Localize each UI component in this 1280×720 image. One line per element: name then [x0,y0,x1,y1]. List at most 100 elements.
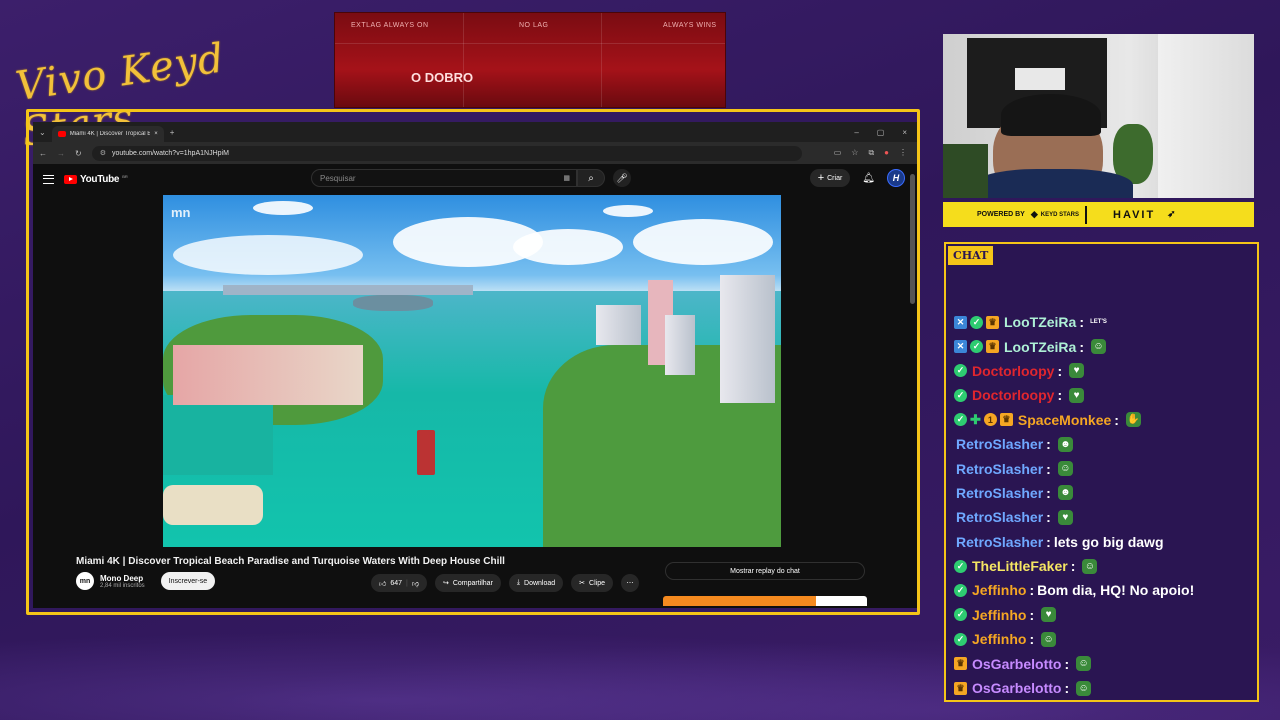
crown-badge-icon: ♛ [999,413,1013,427]
sub-months-badge-icon: 1 [983,413,997,427]
search-input[interactable]: Pesquisar ▦ [311,169,577,187]
chat-username[interactable]: RetroSlasher [956,534,1043,550]
chat-username[interactable]: OsGarbelotto [972,680,1061,696]
chat-username[interactable]: Doctorloopy [972,387,1054,403]
chat-message: ✓ Doctorloopy: ♥ [954,383,1254,407]
scissors-icon: ✂ [579,580,586,587]
verified-badge-icon: ✓ [954,583,967,597]
page-scrollbar[interactable] [910,174,915,304]
chat-username[interactable]: Jeffinho [972,631,1026,647]
chat-username[interactable]: Doctorloopy [972,363,1054,379]
havit-label: HAVIT [1113,208,1156,221]
clip-button[interactable]: ✂ Clipe [571,574,613,592]
chat-username[interactable]: Jeffinho [972,607,1026,623]
youtube-favicon-icon [57,131,66,137]
keyboard-icon[interactable]: ▦ [563,174,570,182]
show-chat-replay-button[interactable]: Mostrar replay do chat [665,562,865,580]
chat-emote-icon: ♥ [1041,607,1057,623]
menu-hamburger-icon[interactable] [43,174,54,184]
account-avatar[interactable]: H [887,169,905,187]
new-tab-icon[interactable]: + [170,128,175,137]
url-field[interactable]: ⚙ youtube.com/watch?v=1hpA1NJHpiM [91,145,802,161]
chat-username[interactable]: LooTZeiRa [1004,314,1076,330]
profile-icon[interactable]: ● [884,148,889,158]
chat-message: ♛ OsGarbelotto: ☺ [954,651,1254,675]
channel-subscribers: 2,84 mil inscritos [100,582,145,589]
tab-bar: ⌄ Miami 4K | Discover Tropical Be × + – … [33,122,917,142]
create-button[interactable]: + Criar [809,169,851,187]
verified-badge-icon: ✓ [954,413,967,427]
more-actions-button[interactable]: ⋯ [620,574,639,592]
chat-separator: : [1029,631,1035,648]
sponsor-banner-ad: EXTLAG ALWAYS ON NO LAG ALWAYS WINS O DO… [334,12,726,108]
chat-emote-icon: ☺ [1091,339,1107,355]
minimize-icon[interactable]: – [854,128,858,137]
channel-avatar[interactable]: mn [76,572,94,590]
youtube-logo[interactable]: YouTube BR [64,174,128,185]
chat-separator: : [1070,558,1076,575]
forward-icon[interactable]: → [57,149,65,158]
search-icon: ⌕ [588,172,594,184]
chat-separator: : [1079,314,1085,331]
chat-message: RetroSlasher: ☻ [954,432,1254,456]
chat-username[interactable]: Jeffinho [972,582,1026,598]
chat-emote-icon: ☺ [1041,631,1057,647]
chat-username[interactable]: RetroSlasher [956,485,1043,501]
channel-name[interactable]: Mono Deep [100,574,145,583]
url-text: youtube.com/watch?v=1hpA1NJHpiM [111,149,229,157]
chat-message: ✕ ✓ ♛ LooTZeiRa: ☺ [954,334,1254,358]
chat-message: ✓ Jeffinho: Bom dia, HQ! No apoio! [954,578,1254,602]
crown-badge-icon: ♛ [986,315,999,329]
extensions-icon[interactable]: ⧉ [868,148,874,158]
back-icon[interactable]: ← [39,149,47,158]
clip-label: Clipe [589,579,605,587]
tab-close-icon[interactable]: × [154,131,158,137]
voice-search-button[interactable]: 🎤︎ [613,169,631,187]
chat-username[interactable]: SpaceMonkee [1018,412,1111,428]
download-button[interactable]: ⤓ Download [508,574,564,592]
chat-separator: : [1029,582,1035,599]
reload-icon[interactable]: ↻ [75,149,82,158]
chat-message: RetroSlasher: lets go big dawg [954,530,1254,554]
video-player[interactable]: mn [163,195,781,547]
keyd-logo-icon: ◆ [1030,209,1038,219]
maximize-icon[interactable]: ▢ [877,128,885,137]
share-label: Compartilhar [452,579,493,587]
chat-emote-icon: ☻ [1057,436,1073,452]
chat-panel: CHAT ✕ ✓ ♛ LooTZeiRa: LET'S ✕ ✓ ♛ LooTZeiRa: ☺ ✓ Do… [944,242,1259,702]
chat-username[interactable]: RetroSlasher [956,461,1043,477]
chat-separator: : [1057,362,1063,379]
youtube-region: BR [122,173,128,179]
chat-username[interactable]: RetroSlasher [956,436,1043,452]
chat-username[interactable]: RetroSlasher [956,509,1043,525]
verified-badge-icon: ✓ [954,632,967,646]
tab-youtube[interactable]: Miami 4K | Discover Tropical Be × [51,126,164,142]
share-button[interactable]: ↪ Compartilhar [434,574,501,592]
ad-text-3: ALWAYS WINS [663,22,717,29]
subscribe-button[interactable]: Inscrever-se [160,572,216,590]
chat-username[interactable]: OsGarbelotto [972,656,1061,672]
notifications-bell-icon[interactable]: 🔔︎ [862,173,875,184]
search-button[interactable]: ⌕ [577,169,605,187]
tab-list-chevron-icon[interactable]: ⌄ [39,128,46,137]
chat-username[interactable]: LooTZeiRa [1004,339,1076,355]
like-icon[interactable]: 👍︎ [379,579,386,588]
site-settings-icon[interactable]: ⚙ [100,149,106,157]
youtube-header: YouTube BR Pesquisar ▦ ⌕ 🎤︎ + Criar 🔔︎ H [33,164,917,194]
cast-icon[interactable]: ▭ [834,148,842,158]
crown-badge-icon: ♛ [986,340,999,354]
chat-username[interactable]: TheLittleFaker [972,558,1068,574]
ad-text-2: NO LAG [519,22,549,29]
bookmark-star-icon[interactable]: ☆ [851,148,858,158]
menu-dots-icon[interactable]: ⋮ [899,148,907,158]
search-placeholder: Pesquisar [320,173,356,183]
download-icon: ⤓ [516,579,521,586]
close-window-icon[interactable]: × [902,128,907,137]
verified-badge-icon: ✓ [954,559,967,573]
tab-title: Miami 4K | Discover Tropical Be [69,131,151,137]
chat-separator: : [1064,680,1070,697]
dislike-icon[interactable]: 👎︎ [412,579,419,588]
chat-emote-icon: LET'S [1090,319,1107,326]
like-dislike-buttons[interactable]: 👍︎ 647 | 👎︎ [371,574,427,592]
video-title: Miami 4K | Discover Tropical Beach Parad… [76,556,505,567]
